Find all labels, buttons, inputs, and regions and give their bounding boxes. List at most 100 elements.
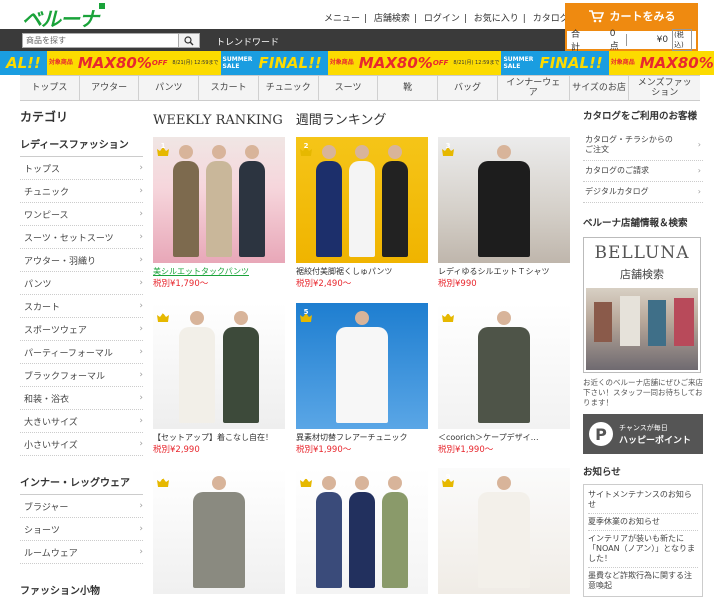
catnav-size-shop[interactable]: サイズのお店 — [570, 76, 630, 100]
ladies-item[interactable]: アウター・羽織り› — [20, 249, 143, 272]
ladies-item[interactable]: パーティーフォーマル› — [20, 341, 143, 364]
nav-store-search[interactable]: 店舗検索 — [374, 14, 410, 24]
cart-tax: (税込) — [672, 29, 692, 51]
store-search-label: 店舗検索 — [584, 266, 700, 282]
ranking-item-9[interactable]: 9 — [438, 468, 570, 594]
rank-crown-icon: 3 — [442, 141, 454, 151]
belluna-logo[interactable]: ベルーナ — [22, 3, 105, 32]
model-figure — [382, 161, 408, 257]
inner-item[interactable]: ショーツ› — [20, 518, 143, 541]
chevron-right-icon: › — [139, 163, 143, 173]
banner-max: MAX80%OFF — [637, 51, 714, 75]
product-name[interactable]: 裾絞付美脚裾くしゅパンツ — [296, 266, 428, 276]
product-name[interactable]: 異素材切替フレアーチュニック — [296, 432, 428, 442]
product-photo[interactable]: 5 — [296, 303, 428, 429]
product-photo[interactable]: 7 — [153, 468, 285, 594]
model-figure — [179, 327, 214, 423]
section-inner[interactable]: インナー・レッグウェア — [20, 470, 143, 495]
banner-final: AL!! — [0, 51, 47, 75]
ladies-item[interactable]: 小さいサイズ › — [20, 433, 143, 456]
product-price: 税別¥1,990～ — [438, 443, 570, 455]
product-name[interactable]: 【セットアップ】着こなし自在！ — [153, 432, 285, 442]
news-item[interactable]: 墨費など詐欺行為に関する注意喚起 — [588, 568, 698, 594]
ranking-item-6[interactable]: 6 ＜coorich＞ケープデザイ…税別¥1,990～ — [438, 303, 570, 455]
catnav-tunic[interactable]: チュニック — [259, 76, 319, 100]
ladies-item[interactable]: スポーツウェア› — [20, 318, 143, 341]
sale-banner[interactable]: AL!! 対象商品 MAX80%OFF 8/21(月) 12:59まで SUMM… — [0, 51, 714, 75]
catnav-innerwear[interactable]: インナーウェア — [498, 76, 570, 100]
ladies-item[interactable]: 和装・浴衣› — [20, 387, 143, 410]
ladies-item[interactable]: パンツ› — [20, 272, 143, 295]
product-name[interactable]: 美シルエットタックパンツ — [153, 266, 285, 276]
catnav-skirt[interactable]: スカート — [199, 76, 259, 100]
chevron-right-icon: › — [139, 439, 143, 449]
product-photo[interactable]: 2 — [296, 137, 428, 263]
ranking-item-1[interactable]: 1美シルエットタックパンツ税別¥1,790～ — [153, 137, 285, 289]
chevron-right-icon: › — [139, 278, 143, 288]
chevron-right-icon: › — [139, 347, 143, 357]
search-button[interactable] — [178, 33, 200, 48]
ranking-item-5[interactable]: 5異素材切替フレアーチュニック税別¥1,990～ — [296, 303, 428, 455]
product-name[interactable]: レディゆるシルエットＴシャツ — [438, 266, 570, 276]
chevron-right-icon: › — [139, 524, 143, 534]
catnav-tops[interactable]: トップス — [20, 76, 80, 100]
ranking-item-2[interactable]: 2裾絞付美脚裾くしゅパンツ税別¥2,490～ — [296, 137, 428, 289]
ladies-item[interactable]: ブラックフォーマル› — [20, 364, 143, 387]
ladies-item[interactable]: スーツ・セットスーツ› — [20, 226, 143, 249]
product-photo[interactable]: 9 — [438, 468, 570, 594]
product-photo[interactable]: 1 — [153, 137, 285, 263]
store-search-banner[interactable]: BELLUNA 店舗検索 — [583, 237, 701, 373]
catnav-outer[interactable]: アウター — [80, 76, 140, 100]
view-cart-button[interactable]: カートをみる — [565, 3, 698, 29]
catnav-pants[interactable]: パンツ — [139, 76, 199, 100]
banner-date: 8/21(月) 12:59まで — [170, 51, 220, 75]
news-item[interactable]: インテリアが装いも新たに「NOAN（ノアン）」となりました！ — [588, 531, 698, 568]
model-figure — [173, 161, 199, 257]
product-name[interactable]: ＜coorich＞ケープデザイ… — [438, 432, 570, 442]
search-input[interactable]: 商品を探す — [22, 33, 200, 48]
ladies-item-label: 小さいサイズ — [24, 438, 78, 451]
model-figure — [193, 492, 246, 588]
nav-menu[interactable]: メニュー — [324, 14, 360, 24]
ranking-item-8[interactable]: 8 — [296, 468, 428, 594]
catnav-suits[interactable]: スーツ — [319, 76, 379, 100]
catalog-request-link[interactable]: カタログのご請求› — [583, 161, 703, 182]
rank-crown-icon: 9 — [442, 472, 454, 482]
nav-login[interactable]: ログイン — [424, 14, 460, 24]
ranking-item-7[interactable]: 7 — [153, 468, 285, 594]
ladies-item[interactable]: ワンピース› — [20, 203, 143, 226]
catnav-shoes[interactable]: 靴 — [378, 76, 438, 100]
news-list: サイトメンテナンスのお知らせ 夏季休業のお知らせ インテリアが装いも新たに「NO… — [583, 484, 703, 597]
rank-number: 7 — [157, 473, 169, 481]
catnav-mens[interactable]: メンズファッション — [629, 76, 700, 100]
product-price: 税別¥2,990 — [153, 443, 285, 455]
ranking-item-4[interactable]: 4 【セットアップ】着こなし自在！税別¥2,990 — [153, 303, 285, 455]
catnav-bags[interactable]: バッグ — [438, 76, 498, 100]
product-photo[interactable]: 3 — [438, 137, 570, 263]
product-photo[interactable]: 8 — [296, 468, 428, 594]
ladies-item[interactable]: スカート› — [20, 295, 143, 318]
inner-item[interactable]: ルームウェア› — [20, 541, 143, 564]
nav-favorites[interactable]: お気に入り — [474, 14, 519, 24]
product-photo[interactable]: 4 — [153, 303, 285, 429]
rank-number: 2 — [300, 142, 312, 150]
ladies-item[interactable]: トップス› — [20, 157, 143, 180]
news-item[interactable]: 夏季休業のお知らせ — [588, 514, 698, 531]
rank-number: 4 — [157, 308, 169, 316]
ladies-item[interactable]: チュニック› — [20, 180, 143, 203]
section-ladies[interactable]: レディースファッション — [20, 132, 143, 157]
product-photo[interactable]: 6 — [438, 303, 570, 429]
catalog-order-link[interactable]: カタログ・チラシからのご注文› — [583, 130, 703, 161]
trend-words-link[interactable]: トレンドワード — [216, 35, 279, 48]
ranking-item-3[interactable]: 3レディゆるシルエットＴシャツ税別¥990 — [438, 137, 570, 289]
chevron-right-icon: › — [139, 547, 143, 557]
ladies-item-label: 大きいサイズ — [24, 415, 78, 428]
model-figure — [316, 492, 342, 588]
news-item[interactable]: サイトメンテナンスのお知らせ — [588, 487, 698, 514]
ladies-item[interactable]: 大きいサイズ› — [20, 410, 143, 433]
digital-catalog-link[interactable]: デジタルカタログ› — [583, 182, 703, 203]
nav-catalog[interactable]: カタログ — [533, 14, 569, 24]
banner-tag: 対象商品 — [47, 51, 75, 75]
inner-item[interactable]: ブラジャー› — [20, 495, 143, 518]
happy-point-banner[interactable]: P チャンスが毎日 ハッピーポイント — [583, 414, 703, 454]
